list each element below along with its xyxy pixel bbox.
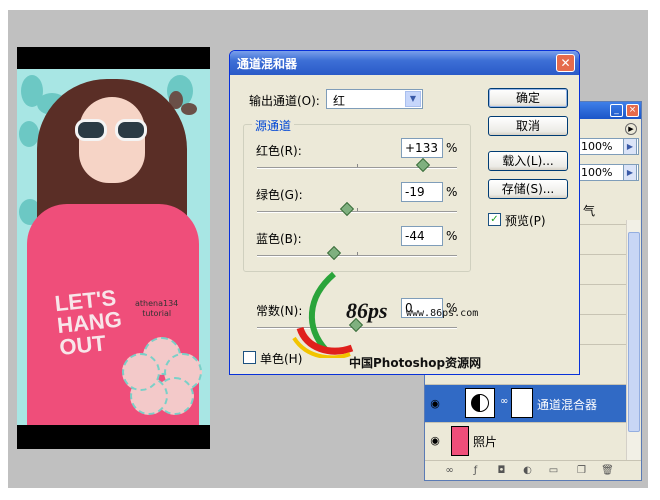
green-field[interactable]: -19	[401, 182, 443, 202]
cancel-button[interactable]: 取消	[488, 116, 568, 136]
layer-style-icon[interactable]: ƒ	[469, 464, 482, 477]
fill-arrow-icon[interactable]: ▶	[623, 164, 637, 181]
layer-name: 通道混合器	[537, 398, 598, 412]
layer-row[interactable]: ◉ 照片	[425, 422, 627, 458]
watermark: 86ps www.86ps.com 中国Photoshop资源网	[286, 268, 506, 374]
new-layer-icon[interactable]: ❐	[575, 464, 588, 477]
layer-thumbnail	[451, 426, 469, 456]
load-button[interactable]: 载入(L)...	[488, 151, 568, 171]
save-button[interactable]: 存储(S)...	[488, 179, 568, 199]
layers-scrollbar[interactable]	[626, 220, 640, 460]
layer-row[interactable]: ◉ ∞ 通道混合器	[425, 384, 627, 422]
link-layers-icon[interactable]: ∞	[443, 464, 456, 477]
red-label: 红色(R):	[256, 144, 302, 158]
link-icon: ∞	[500, 396, 509, 407]
source-channels-title: 源通道	[252, 117, 295, 134]
blue-label: 蓝色(B):	[256, 232, 302, 246]
dialog-titlebar: 通道混和器 ✕	[230, 51, 579, 75]
flower-graphic	[122, 337, 202, 417]
blue-slider[interactable]	[257, 245, 457, 261]
layers-footer: ∞ ƒ ◘ ◐ ▭ ❐ 🗑	[425, 460, 641, 480]
layer-mask-icon[interactable]: ◘	[495, 464, 508, 477]
green-unit: %	[446, 185, 458, 199]
blue-field[interactable]: -44	[401, 226, 443, 246]
photo-image: LET'S HANG OUT athena134 tutorial	[17, 69, 210, 425]
watermark-logo-text: 86ps	[346, 298, 388, 323]
green-slider[interactable]	[257, 201, 457, 217]
visibility-eye-icon[interactable]: ◉	[428, 397, 442, 411]
output-channel-label: 输出通道(O):	[249, 94, 320, 108]
opacity-arrow-icon[interactable]: ▶	[623, 138, 637, 155]
preview-checkbox[interactable]: ✓	[488, 213, 501, 226]
adjustment-layer-icon	[465, 388, 495, 418]
ok-button[interactable]: 确定	[488, 88, 568, 108]
layer-mask-thumbnail	[511, 388, 533, 418]
output-channel-select[interactable]: 红 ▼	[326, 89, 423, 109]
layer-name: 照片	[473, 435, 498, 449]
chevron-down-icon[interactable]: ▼	[405, 91, 421, 107]
photo-document: LET'S HANG OUT athena134 tutorial	[17, 47, 210, 449]
red-slider[interactable]	[257, 157, 457, 173]
scrollbar-thumb[interactable]	[628, 232, 640, 432]
watermark-site-name: 中国Photoshop资源网	[349, 356, 482, 370]
photo-caption: athena134 tutorial	[135, 299, 179, 318]
adjustment-layer-icon[interactable]: ◐	[521, 464, 534, 477]
blue-unit: %	[446, 229, 458, 243]
red-unit: %	[446, 141, 458, 155]
panel-menu-icon[interactable]: ▶	[625, 123, 637, 135]
monochrome-checkbox[interactable]	[243, 351, 256, 364]
layer-partial-name: 气	[583, 204, 596, 218]
red-field[interactable]: +133	[401, 138, 443, 158]
close-icon[interactable]: ×	[626, 104, 639, 117]
trash-icon[interactable]: 🗑	[601, 464, 614, 477]
green-label: 绿色(G):	[256, 188, 303, 202]
preview-label[interactable]: 预览(P)	[505, 212, 546, 229]
visibility-eye-icon[interactable]: ◉	[428, 434, 442, 448]
minimize-icon[interactable]: _	[610, 104, 623, 117]
new-group-icon[interactable]: ▭	[547, 464, 560, 477]
dialog-title: 通道混和器	[237, 57, 298, 71]
watermark-url: www.86ps.com	[406, 308, 479, 319]
close-icon[interactable]: ✕	[556, 54, 575, 72]
